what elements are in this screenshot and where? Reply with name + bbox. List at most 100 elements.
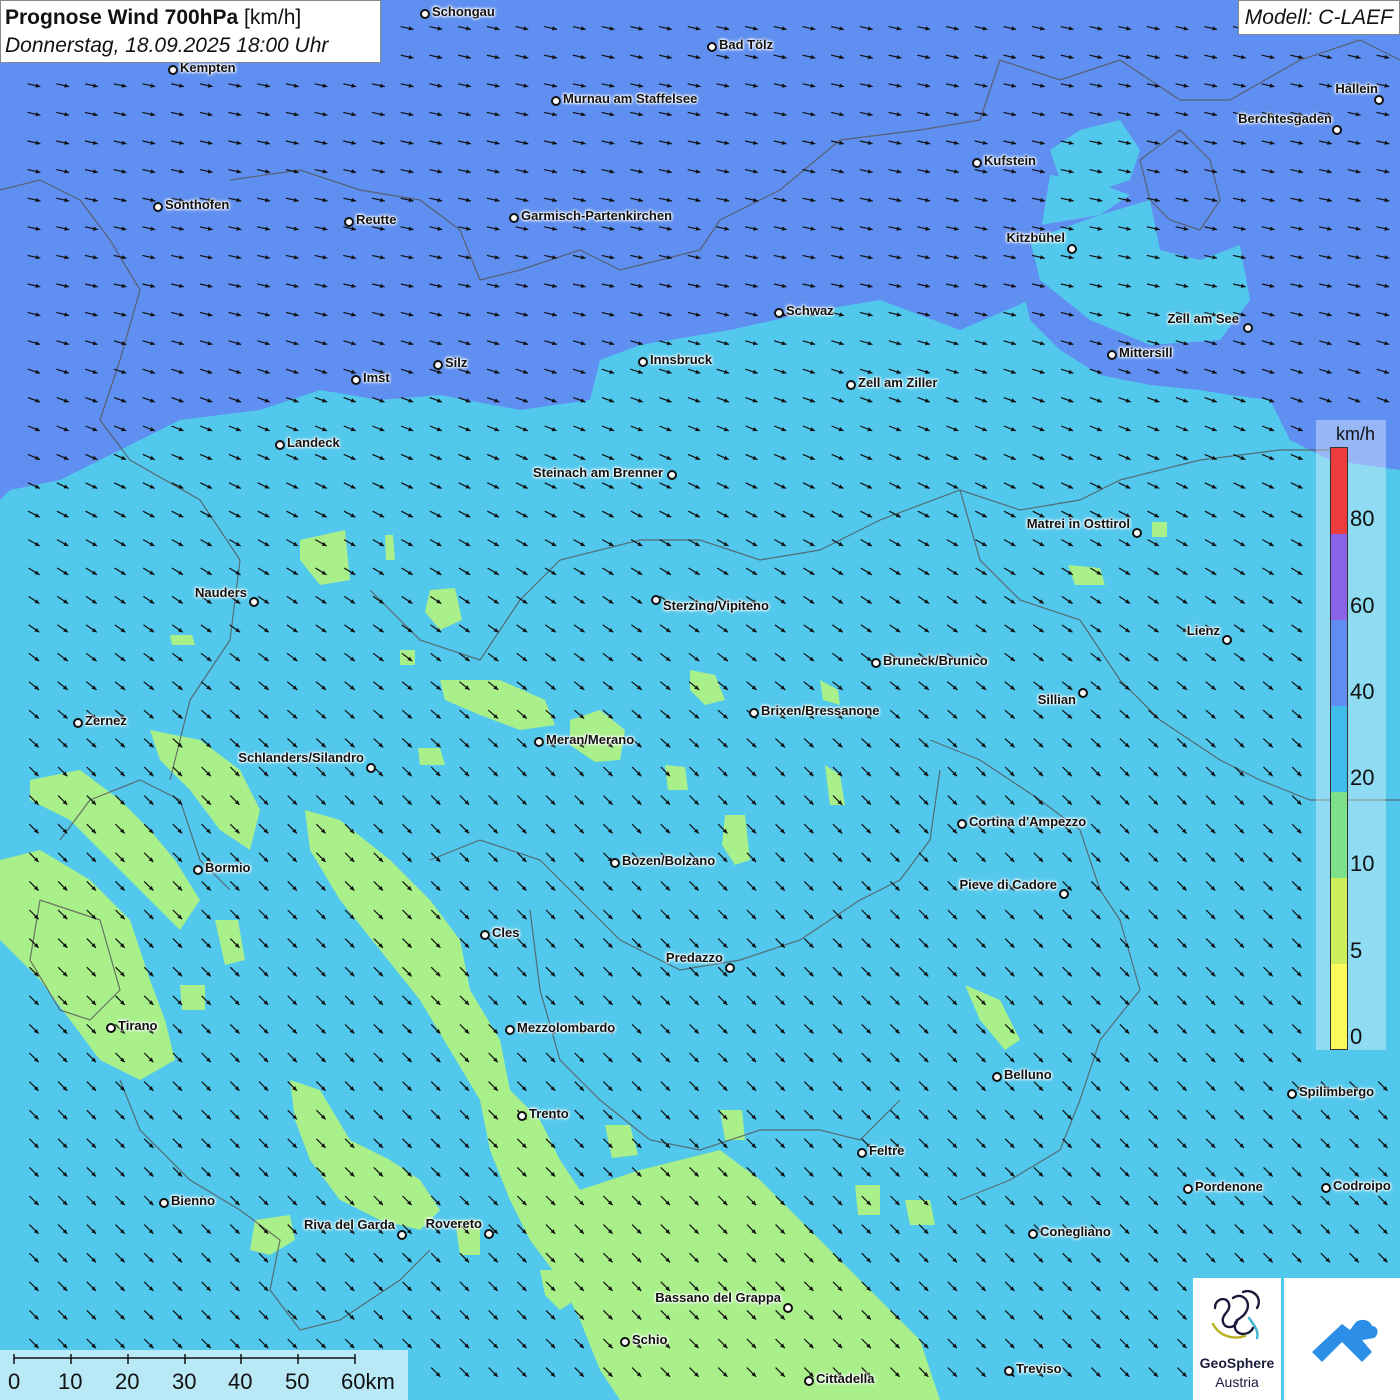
city-label: Treviso [1016,1361,1062,1376]
city-dot [249,597,259,607]
city-label: Schwaz [786,303,834,318]
city-dot [168,65,178,75]
city-dot [972,158,982,168]
city-label: Hallein [1335,81,1378,96]
city-label: Bruneck/Brunico [883,653,988,668]
app-logo[interactable] [1284,1278,1400,1400]
city-dot [667,470,677,480]
city-label: Landeck [287,435,340,450]
city-dot [783,1303,793,1313]
city-label: Spilimbergo [1299,1084,1375,1099]
city-dot [846,380,856,390]
city-dot [610,858,620,868]
forecast-datetime: Donnerstag, 18.09.2025 18:00 Uhr [5,34,329,57]
city-dot [1059,889,1069,899]
city-dot [1078,688,1088,698]
city-dot [1243,323,1253,333]
city-dot [344,217,354,227]
city-label: Steinach am Brenner [532,465,663,480]
geosphere-logo[interactable]: GeoSphere Austria [1193,1278,1281,1400]
city-label: Riva del Garda [303,1217,395,1232]
city-dot [651,595,661,605]
city-dot [1028,1229,1038,1239]
city-label: Belluno [1004,1067,1052,1082]
city-dot [749,708,759,718]
city-dot [106,1023,116,1033]
color-legend: km/h 80 60 40 20 10 5 0 [1316,420,1386,1050]
city-dot [1332,125,1342,135]
city-label: Nauders [194,585,247,600]
city-dot [484,1229,494,1239]
map-title-unit: [km/h] [244,6,302,29]
city-label: Rovereto [425,1216,482,1231]
legend-tick-label: 5 [1350,938,1363,963]
city-dot [871,658,881,668]
city-label: Zell am See [1167,311,1239,326]
legend-segment [1331,620,1347,706]
city-dot [638,357,648,367]
city-dot [153,202,163,212]
city-dot [420,9,430,19]
city-dot [1183,1184,1193,1194]
city-label: Brixen/Bressanone [761,703,880,718]
city-label: Bad Tölz [719,37,774,52]
scale-bar: 0 10 20 30 40 50 60km [0,1350,408,1400]
city-label: Mittersill [1119,345,1173,360]
title-box: Prognose Wind 700hPa [km/h] Donnerstag, … [0,0,381,63]
scale-label: 10 [58,1369,83,1394]
city-dot [707,42,717,52]
city-label: Sonthofen [165,197,230,212]
city-dot [725,963,735,973]
legend-tick-label: 0 [1350,1024,1363,1049]
wind-forecast-map[interactable]: Prognose Wind 700hPa [km/h] Donnerstag, … [0,0,1400,1400]
city-dot [1067,244,1077,254]
city-label: Garmisch-Partenkirchen [521,208,673,223]
city-label: Mezzolombardo [517,1020,616,1035]
map-title-main: Prognose Wind 700hPa [5,6,239,29]
city-label: Meran/Merano [546,732,635,747]
city-label: Innsbruck [650,352,713,367]
city-dot [159,1198,169,1208]
city-label: Bassano del Grappa [655,1290,781,1305]
city-label: Schlanders/Silandro [238,750,364,765]
city-dot [366,763,376,773]
legend-segment [1331,534,1347,620]
city-dot [992,1072,1002,1082]
map-title: Prognose Wind 700hPa [km/h] [5,4,376,32]
city-label: Imst [363,370,390,385]
legend-segment [1331,706,1347,792]
city-dot [1321,1183,1331,1193]
city-dot [351,375,361,385]
city-dot [1107,350,1117,360]
legend-segment [1331,964,1347,1049]
city-label: Kitzbühel [1006,230,1066,245]
legend-tick-label: 20 [1350,765,1375,790]
city-dot [433,360,443,370]
scale-label: 30 [172,1369,197,1394]
logo-line2: Austria [1215,1374,1259,1390]
scale-label: 40 [228,1369,253,1394]
city-label: Bormio [205,860,251,875]
city-label: Tirano [118,1018,158,1033]
city-label: Sillian [1037,692,1076,707]
city-label: Conegliano [1040,1224,1111,1239]
model-label: Modell: C-LAEF [1237,0,1400,35]
city-label: Trento [529,1106,569,1121]
city-dot [193,865,203,875]
scale-bar-line [13,1354,356,1364]
legend-segment [1331,448,1347,534]
legend-color-bar [1330,447,1348,1050]
city-label: Cittadella [816,1371,875,1386]
city-label: Reutte [356,212,397,227]
city-label: Murnau am Staffelsee [563,91,698,106]
city-dot [957,819,967,829]
city-dot [1374,95,1384,105]
city-label: Cles [492,925,520,940]
legend-segment [1331,792,1347,878]
city-label: Sterzing/Vipiteno [663,598,769,613]
city-label: Schio [632,1332,668,1347]
city-dot [1132,528,1142,538]
logo-line1: GeoSphere [1199,1355,1275,1371]
city-label: Silz [445,355,468,370]
city-label: Zell am Ziller [858,375,938,390]
